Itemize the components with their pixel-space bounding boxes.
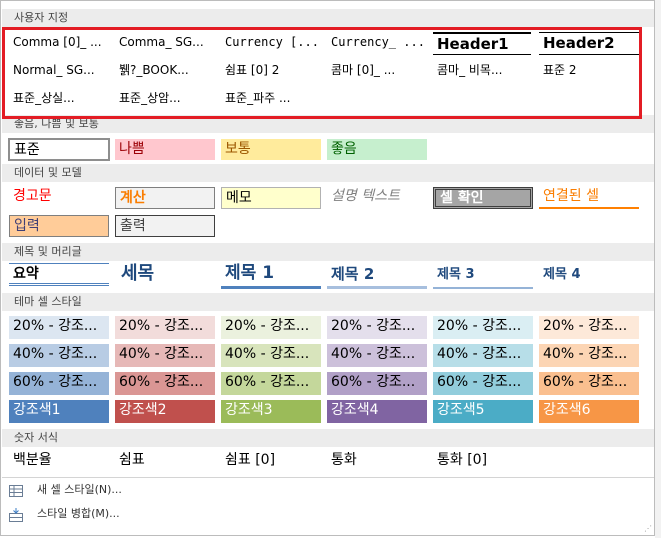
merge-styles-icon	[9, 508, 23, 522]
style-comma-kr-0[interactable]: 콤마 [0]_ ...	[327, 60, 427, 83]
style-currency-kr-zero[interactable]: 통화 [0]	[433, 450, 533, 473]
style-linked-cell[interactable]: 연결된 셀	[539, 186, 639, 209]
style-20-accent4[interactable]: 20% - 강조...	[327, 316, 427, 339]
new-cell-style-menu-item[interactable]: 새 셀 스타일(N)...	[9, 480, 122, 500]
style-header2[interactable]: Header2	[539, 32, 639, 55]
style-heading3[interactable]: 제목 3	[433, 264, 533, 289]
footer-divider	[2, 477, 654, 478]
style-input[interactable]: 입력	[9, 215, 109, 237]
style-40-accent5[interactable]: 40% - 강조...	[433, 344, 533, 367]
section-header-theme: 테마 셀 스타일	[2, 293, 654, 311]
section-header-custom: 사용자 지정	[2, 9, 654, 27]
sheet-background-strip	[655, 0, 661, 538]
merge-styles-menu-item[interactable]: 스타일 병합(M)...	[9, 504, 120, 524]
style-60-accent1[interactable]: 60% - 강조...	[9, 372, 109, 395]
style-warning-text[interactable]: 경고문	[9, 186, 109, 209]
style-standard-paju[interactable]: 표준_파주 ...	[221, 88, 321, 111]
style-total[interactable]: 요약	[9, 263, 109, 286]
style-header1[interactable]: Header1	[433, 32, 531, 55]
style-60-accent5[interactable]: 60% - 강조...	[433, 372, 533, 395]
section-header-titles: 제목 및 머리글	[2, 243, 654, 261]
style-normal-sg[interactable]: Normal_ SG...	[9, 60, 109, 83]
style-comma-0[interactable]: Comma [0]_ ...	[9, 32, 109, 55]
style-currency-kr[interactable]: 통화	[327, 450, 427, 473]
style-20-accent5[interactable]: 20% - 강조...	[433, 316, 533, 339]
style-explanatory-text[interactable]: 설명 텍스트	[327, 186, 427, 209]
style-20-accent1[interactable]: 20% - 강조...	[9, 316, 109, 339]
style-comma-zero[interactable]: 쉼표 [0]	[221, 450, 321, 473]
style-40-accent2[interactable]: 40% - 강조...	[115, 344, 215, 367]
style-60-accent4[interactable]: 60% - 강조...	[327, 372, 427, 395]
style-good[interactable]: 좋음	[327, 139, 427, 160]
style-comma-0-2[interactable]: 쉼표 [0] 2	[221, 60, 321, 83]
style-accent1[interactable]: 강조색1	[9, 400, 109, 423]
style-40-accent6[interactable]: 40% - 강조...	[539, 344, 639, 367]
resize-grip-icon[interactable]: ⋰	[644, 525, 652, 533]
style-comma-sg[interactable]: Comma_ SG...	[115, 32, 215, 55]
style-heading2[interactable]: 제목 2	[327, 263, 427, 289]
new-cell-style-label: 새 셀 스타일(N)...	[37, 483, 122, 496]
style-normal[interactable]: 표준	[8, 138, 110, 161]
section-header-number: 숫자 서식	[2, 429, 654, 447]
style-40-accent3[interactable]: 40% - 강조...	[221, 344, 321, 367]
style-title[interactable]: 세목	[115, 261, 215, 287]
style-20-accent3[interactable]: 20% - 강조...	[221, 316, 321, 339]
style-check-cell[interactable]: 셀 확인	[433, 187, 533, 209]
style-20-accent2[interactable]: 20% - 강조...	[115, 316, 215, 339]
style-neutral[interactable]: 보통	[221, 139, 321, 160]
style-40-accent1[interactable]: 40% - 강조...	[9, 344, 109, 367]
style-20-accent6[interactable]: 20% - 강조...	[539, 316, 639, 339]
style-currency-0[interactable]: Currency [...	[221, 32, 321, 55]
section-header-data-model: 데이터 및 모델	[2, 164, 654, 182]
style-comma[interactable]: 쉼표	[115, 450, 215, 473]
style-currency[interactable]: Currency_ ...	[327, 32, 427, 55]
style-percent[interactable]: 백분율	[9, 450, 109, 473]
style-accent6[interactable]: 강조색6	[539, 400, 639, 423]
style-accent2[interactable]: 강조색2	[115, 400, 215, 423]
style-output[interactable]: 출력	[115, 215, 215, 237]
cell-styles-gallery: 사용자 지정 Comma [0]_ ... Comma_ SG... Curre…	[0, 0, 655, 536]
style-standard-2[interactable]: 표준 2	[539, 60, 639, 83]
style-calculation[interactable]: 계산	[115, 187, 215, 209]
style-60-accent6[interactable]: 60% - 강조...	[539, 372, 639, 395]
style-book[interactable]: 뷁?_BOOK...	[115, 60, 215, 83]
style-accent4[interactable]: 강조색4	[327, 400, 427, 423]
style-60-accent3[interactable]: 60% - 강조...	[221, 372, 321, 395]
style-bad[interactable]: 나쁨	[115, 139, 215, 160]
style-heading1[interactable]: 제목 1	[221, 261, 321, 289]
merge-styles-label: 스타일 병합(M)...	[37, 507, 120, 520]
style-standard-sangsil[interactable]: 표준_상실...	[9, 88, 109, 111]
section-header-good-bad: 좋음, 나쁨 및 보통	[2, 115, 654, 133]
style-accent5[interactable]: 강조색5	[433, 400, 533, 423]
style-accent3[interactable]: 강조색3	[221, 400, 321, 423]
style-40-accent4[interactable]: 40% - 강조...	[327, 344, 427, 367]
style-heading4[interactable]: 제목 4	[539, 264, 639, 287]
style-note[interactable]: 메모	[221, 187, 321, 209]
style-standard-sangam[interactable]: 표준_상암...	[115, 88, 215, 111]
cell-style-icon	[9, 484, 23, 497]
style-60-accent2[interactable]: 60% - 강조...	[115, 372, 215, 395]
style-comma-kr-item[interactable]: 콤마_ 비목...	[433, 60, 533, 83]
